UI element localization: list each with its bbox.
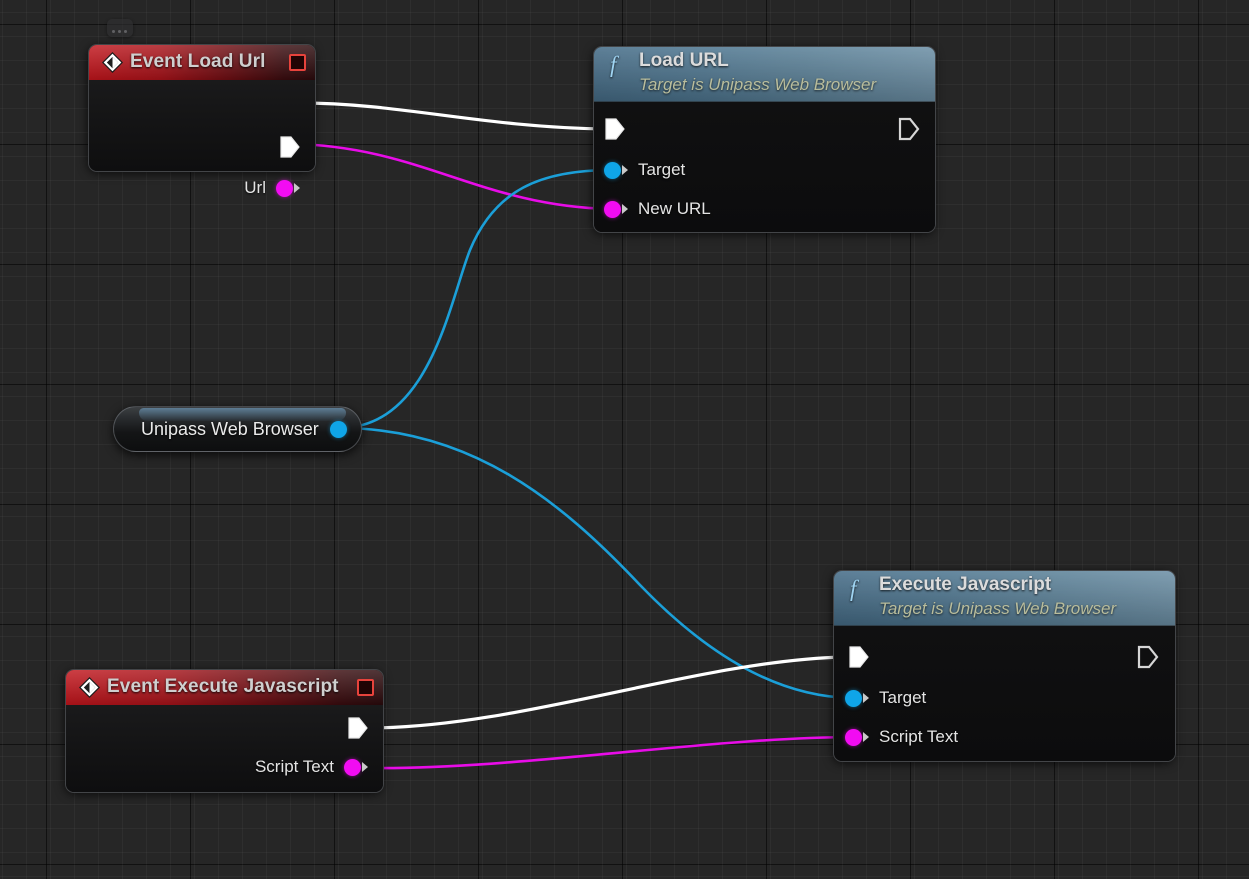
pin-arrow-icon — [622, 165, 628, 175]
wire-object-target-loadurl — [340, 170, 612, 428]
exec-out-pin[interactable] — [1135, 644, 1161, 670]
exec-out-pin[interactable] — [277, 134, 303, 160]
string-pin-dot[interactable] — [276, 180, 293, 197]
pin-row-url[interactable]: Url — [244, 176, 300, 200]
pin-arrow-icon — [863, 732, 869, 742]
pin-arrow-icon — [622, 204, 628, 214]
pin-label-target: Target — [879, 688, 926, 708]
pin-row-new-url[interactable]: New URL — [604, 197, 711, 221]
pin-row-target[interactable]: Target — [845, 686, 926, 710]
blueprint-graph-canvas[interactable]: Event Load Url Url f Load URL Target is … — [0, 0, 1249, 879]
pin-row-script-text[interactable]: Script Text — [845, 725, 958, 749]
node-header[interactable]: f Execute Javascript Target is Unipass W… — [834, 571, 1175, 626]
node-load-url[interactable]: f Load URL Target is Unipass Web Browser… — [593, 46, 934, 231]
wire-string-url — [292, 144, 610, 209]
object-pin-dot[interactable] — [330, 421, 347, 438]
collapsed-node-ghost — [107, 19, 133, 37]
pin-label-script-text: Script Text — [879, 727, 958, 747]
node-variable-unipass-web-browser[interactable]: Unipass Web Browser — [113, 406, 362, 452]
object-pin-dot[interactable] — [845, 690, 862, 707]
function-f-icon: f — [850, 576, 856, 602]
variable-label: Unipass Web Browser — [141, 419, 319, 440]
object-pin-dot[interactable] — [604, 162, 621, 179]
wire-exec-execjs — [368, 657, 845, 728]
wire-exec-loadurl — [300, 103, 605, 129]
node-execute-javascript[interactable]: f Execute Javascript Target is Unipass W… — [833, 570, 1174, 760]
exec-out-pin[interactable] — [896, 116, 922, 142]
node-header[interactable]: f Load URL Target is Unipass Web Browser — [594, 47, 935, 102]
pin-arrow-icon — [362, 762, 368, 772]
wire-object-target-execjs — [340, 428, 852, 698]
pin-row-script-text[interactable]: Script Text — [255, 755, 368, 779]
breakpoint-stop-icon[interactable] — [357, 679, 374, 696]
wire-string-scripttext — [362, 737, 852, 768]
exec-in-pin[interactable] — [846, 644, 872, 670]
string-pin-dot[interactable] — [344, 759, 361, 776]
node-title: Execute Javascript — [879, 574, 1051, 596]
node-event-load-url[interactable]: Event Load Url Url — [88, 44, 314, 170]
pin-arrow-icon — [294, 183, 300, 193]
string-pin-dot[interactable] — [845, 729, 862, 746]
string-pin-dot[interactable] — [604, 201, 621, 218]
node-event-execute-javascript[interactable]: Event Execute Javascript Script Text — [65, 669, 382, 791]
ghost-dots — [112, 30, 127, 33]
node-header[interactable]: Event Execute Javascript — [66, 670, 383, 705]
breakpoint-stop-icon[interactable] — [289, 54, 306, 71]
pin-label-url: Url — [244, 178, 266, 198]
exec-in-pin[interactable] — [602, 116, 628, 142]
function-f-icon: f — [610, 52, 616, 78]
event-diamond-icon — [79, 677, 100, 698]
event-diamond-icon — [102, 52, 123, 73]
exec-out-pin[interactable] — [345, 715, 371, 741]
pin-label-new-url: New URL — [638, 199, 711, 219]
node-title: Load URL — [639, 50, 729, 72]
pin-label-script-text: Script Text — [255, 757, 334, 777]
node-title: Event Execute Javascript — [107, 676, 339, 698]
pin-row-target[interactable]: Target — [604, 158, 685, 182]
pin-label-target: Target — [638, 160, 685, 180]
node-title: Event Load Url — [130, 51, 265, 73]
node-subtitle: Target is Unipass Web Browser — [879, 599, 1116, 619]
node-header[interactable]: Event Load Url — [89, 45, 315, 80]
node-subtitle: Target is Unipass Web Browser — [639, 75, 876, 95]
pin-arrow-icon — [863, 693, 869, 703]
